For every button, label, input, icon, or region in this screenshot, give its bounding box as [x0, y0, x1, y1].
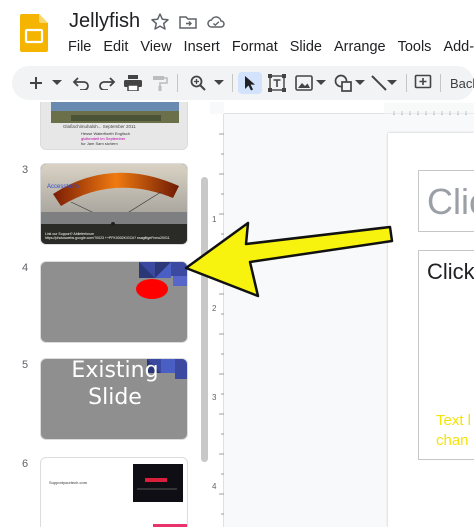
menu-slide[interactable]: Slide	[284, 38, 328, 60]
add-comment-icon	[414, 74, 432, 89]
comment-button[interactable]	[412, 72, 434, 94]
print-button[interactable]	[122, 72, 144, 94]
slides-editor-window: Jellyfish File Edit View Insert Format S…	[0, 0, 474, 527]
toolbar-divider	[406, 74, 407, 92]
chevron-down-icon	[387, 80, 397, 85]
zoom-icon	[190, 75, 206, 91]
toolbar-divider	[232, 74, 233, 92]
menu-format[interactable]: Format	[226, 38, 284, 60]
toolbar-divider	[440, 74, 441, 92]
title-placeholder-text: Clic	[427, 181, 474, 222]
image-dropdown[interactable]	[315, 72, 327, 94]
menu-edit[interactable]: Edit	[97, 38, 134, 60]
yellow-note-line-2: chan	[436, 432, 469, 449]
menu-bar: File Edit View Insert Format Slide Arran…	[62, 38, 474, 60]
shape-dropdown[interactable]	[354, 72, 366, 94]
redo-icon	[99, 77, 116, 90]
chevron-down-icon	[355, 80, 365, 85]
slide-decoration	[136, 262, 187, 299]
slide-thumbnail-3[interactable]: Accesstoins Link our Support? Ablieferfo…	[40, 163, 188, 245]
slide-footer-text: Link our Support? Ablieferforum https://…	[45, 232, 170, 240]
zoom-button[interactable]	[186, 72, 210, 94]
filmstrip-scrollbar-thumb[interactable]	[201, 177, 208, 462]
new-slide-layout-dropdown[interactable]	[50, 72, 64, 94]
slide-title-text: Existing Slide	[41, 358, 187, 411]
cursor-arrow-icon	[245, 76, 255, 91]
zoom-dropdown[interactable]	[212, 72, 226, 94]
menu-view[interactable]: View	[134, 38, 177, 60]
google-slides-logo-icon[interactable]	[20, 14, 48, 52]
shape-button[interactable]	[332, 72, 354, 94]
svg-text:1: 1	[212, 215, 217, 224]
menu-file[interactable]: File	[62, 38, 97, 60]
slide-number-6: 6	[22, 458, 29, 470]
slide-thumbnail-4[interactable]	[40, 261, 188, 343]
select-tool-button[interactable]	[238, 72, 262, 94]
toolbar-divider	[177, 74, 178, 92]
image-icon	[295, 75, 313, 91]
slide-number-5: 5	[22, 359, 29, 371]
chevron-down-icon	[214, 80, 224, 85]
svg-text:4: 4	[212, 482, 217, 491]
svg-text:3: 3	[212, 393, 217, 402]
menu-add-ons[interactable]: Add-	[437, 38, 474, 60]
cloud-saved-icon[interactable]	[206, 12, 226, 32]
document-title[interactable]: Jellyfish	[69, 10, 140, 33]
slide-number-4: 4	[22, 262, 29, 274]
slide-filmstrip: Glaßschimuhalsh... September 2011 Hesse …	[0, 102, 210, 527]
menu-arrange[interactable]: Arrange	[328, 38, 392, 60]
printer-icon	[124, 75, 142, 91]
ruler-ticks: 1 2 3 4	[212, 133, 224, 515]
plus-icon	[30, 77, 42, 89]
body-placeholder-text: Click	[427, 259, 474, 284]
slide-title-line: Slide	[88, 385, 142, 410]
yellow-note-line-1: Text l	[436, 412, 472, 429]
slide-footer-line: https://photoswebs.google.com/?0023 ++PF…	[45, 236, 170, 240]
text-box-button[interactable]	[266, 72, 288, 94]
ruler-ticks	[384, 103, 474, 115]
paint-roller-icon	[153, 76, 168, 91]
star-icon[interactable]	[150, 12, 170, 32]
slide-text-line: fur Jam Sam sichern	[81, 141, 118, 146]
toolbar: Back	[12, 66, 474, 100]
slide-title-text: Accesstoins	[47, 184, 80, 190]
horizontal-ruler[interactable]	[224, 102, 474, 115]
slide-caption: Glaßschimuhalsh... September 2011	[63, 124, 136, 129]
line-dropdown[interactable]	[386, 72, 398, 94]
paint-format-button[interactable]	[149, 72, 171, 94]
vertical-ruler[interactable]: 1 2 3 4	[210, 114, 224, 527]
chevron-down-icon	[52, 80, 62, 85]
undo-icon	[72, 77, 89, 90]
svg-text:2: 2	[212, 304, 217, 313]
slide-body-text: Hesse Waterfloeth Englisch gloltendelt i…	[81, 131, 130, 146]
slide-thumbnail-6[interactable]: Supportyourtech.com	[40, 457, 188, 527]
insert-image-button[interactable]	[293, 72, 315, 94]
slide-number-3: 3	[22, 164, 29, 176]
background-button[interactable]: Back	[450, 72, 474, 94]
screenshot-thumbnail	[133, 464, 187, 527]
text-box-icon	[268, 74, 286, 92]
redo-button[interactable]	[96, 72, 118, 94]
chevron-down-icon	[316, 80, 326, 85]
menu-insert[interactable]: Insert	[178, 38, 226, 60]
undo-button[interactable]	[70, 72, 92, 94]
menu-tools[interactable]: Tools	[392, 38, 438, 60]
new-slide-button[interactable]	[26, 72, 46, 94]
shapes-icon	[334, 74, 352, 92]
slide-thumbnail-5[interactable]: Existing Slide	[40, 358, 188, 440]
move-to-folder-icon[interactable]	[178, 12, 198, 32]
title-placeholder[interactable]: Clic	[418, 170, 474, 232]
slide-title-line: Existing	[71, 358, 159, 383]
slide-thumbnail-2[interactable]: Glaßschimuhalsh... September 2011 Hesse …	[40, 102, 188, 150]
